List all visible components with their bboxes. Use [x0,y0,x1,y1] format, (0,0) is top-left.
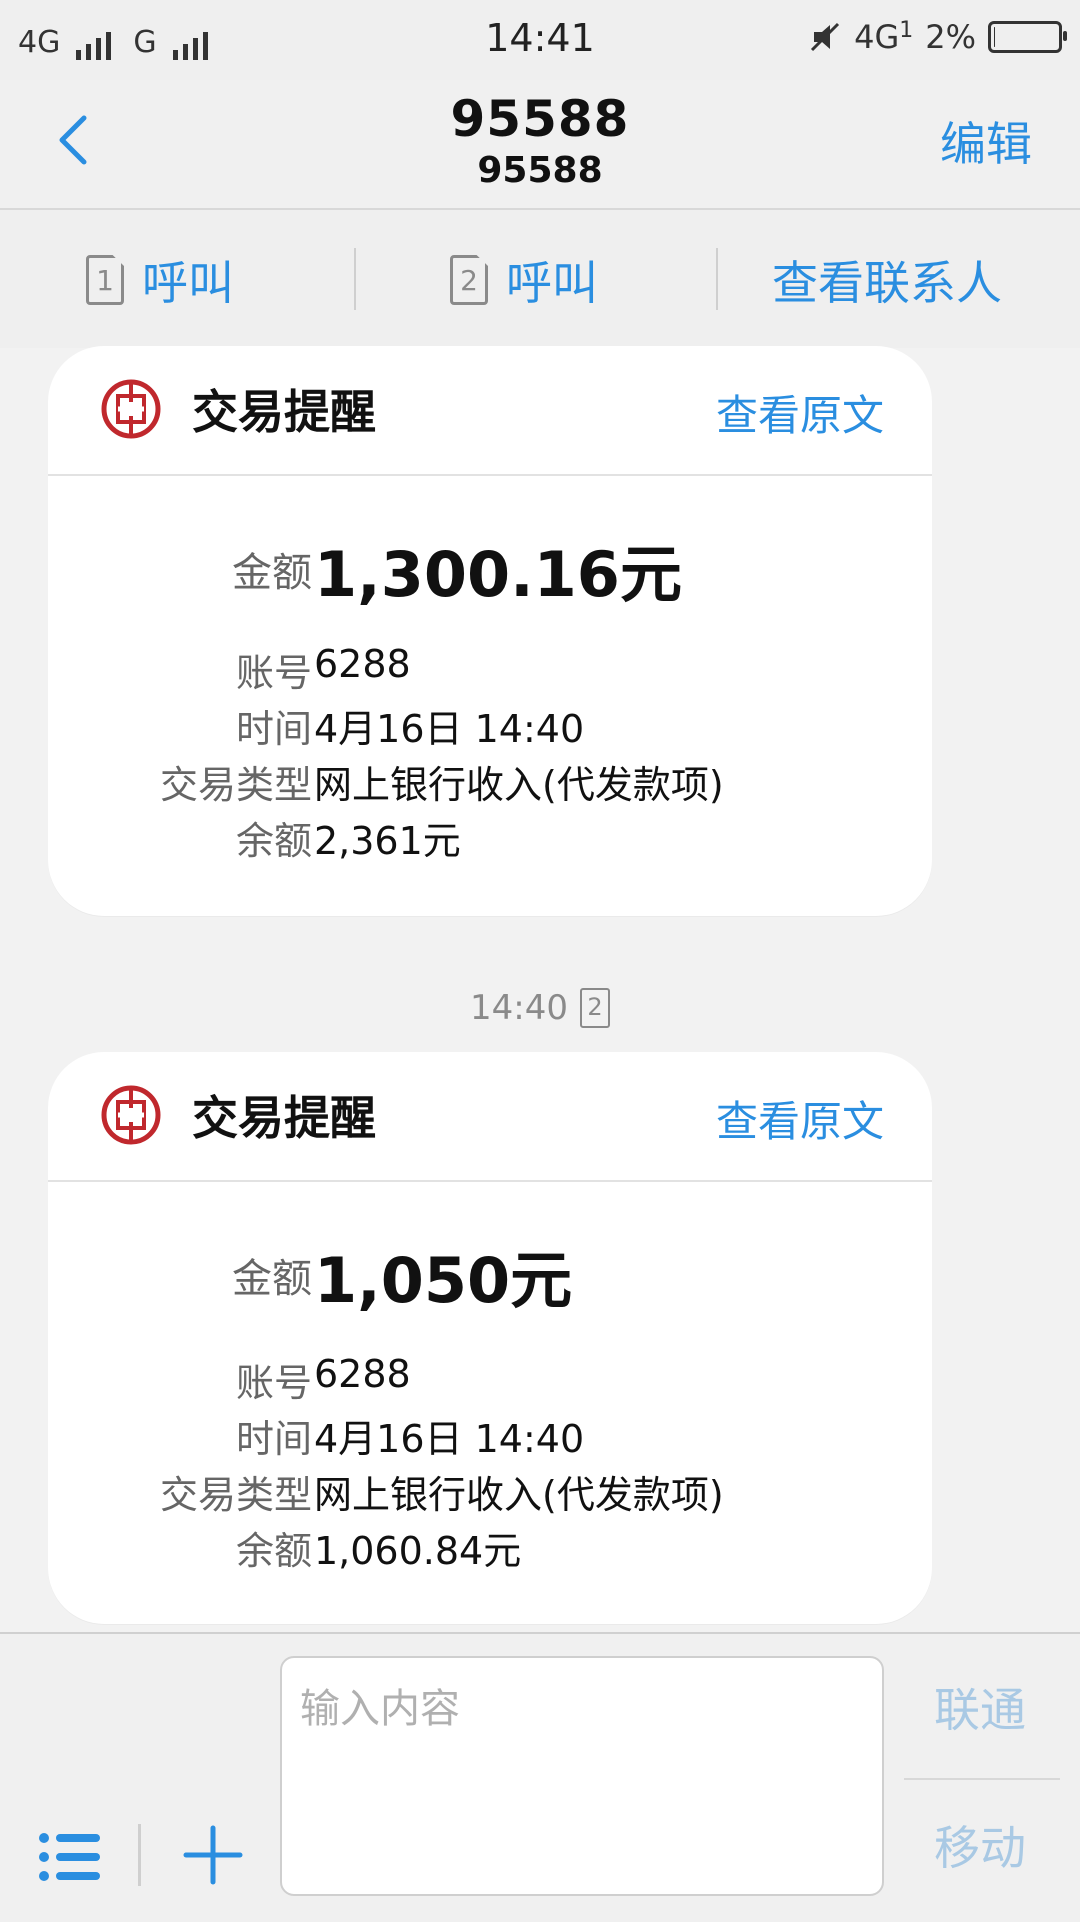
icbc-logo-icon [101,1085,161,1145]
time-row: 时间 4月16日 14:40 [48,698,932,754]
divider [354,248,356,310]
conversation-title: 95588 [450,90,630,148]
time-label: 时间 [235,707,312,751]
balance-value: 1,060.84元 [314,1529,522,1573]
call-sim1-button[interactable]: 1 呼叫 [86,248,234,312]
message-input[interactable]: 输入内容 [280,1656,884,1896]
amount-row: 金额 1,300.16元 [48,524,932,611]
call-sim2-button[interactable]: 2 呼叫 [450,248,598,312]
type-row: 交易类型 网上银行收入(代发款项) [48,1464,932,1520]
balance-row: 余额 2,361元 [48,810,932,866]
network-type: 4G1 [854,18,914,56]
timestamp-text: 14:40 [470,988,568,1028]
card-header: 交易提醒 查看原文 [48,346,932,476]
amount-label: 金额 [232,1256,312,1302]
composer-bar: 输入内容 联通 移动 [0,1632,1080,1922]
time-row: 时间 4月16日 14:40 [48,1408,932,1464]
card-title: 交易提醒 [192,1091,376,1145]
action-bar: 1 呼叫 2 呼叫 查看联系人 [0,210,1080,348]
add-attachment-icon[interactable] [182,1824,244,1886]
time-label: 时间 [235,1417,312,1461]
battery-percent: 2% [925,18,976,56]
account-row: 账号 6288 [48,642,932,698]
view-contact-label: 查看联系人 [772,256,1002,310]
message-timestamp: 14:40 2 [0,988,1080,1028]
divider [904,1778,1060,1780]
amount-value: 1,300.16元 [314,538,682,611]
type-row: 交易类型 网上银行收入(代发款项) [48,754,932,810]
card-title: 交易提醒 [192,385,376,439]
menu-list-icon[interactable] [38,1830,102,1884]
battery-fill [994,27,995,47]
balance-row: 余额 1,060.84元 [48,1520,932,1576]
sim2-icon: 2 [579,988,610,1028]
sim2-icon: 2 [450,255,488,305]
type-label: 交易类型 [159,1473,312,1517]
balance-value: 2,361元 [314,819,461,863]
status-bar: 4G G 14:41 4G1 2% [0,0,1080,80]
view-original-button[interactable]: 查看原文 [716,1088,884,1149]
view-contact-button[interactable]: 查看联系人 [772,248,1002,312]
transaction-card: 交易提醒 查看原文 金额 1,300.16元 账号 6288 时间 4月16日 … [48,346,932,916]
type-value: 网上银行收入(代发款项) [314,1473,724,1517]
account-label: 账号 [235,651,312,695]
account-row: 账号 6288 [48,1352,932,1408]
balance-label: 余额 [235,819,312,863]
conversation-header: 95588 95588 编辑 [0,80,1080,210]
card-header: 交易提醒 查看原文 [48,1052,932,1182]
account-label: 账号 [235,1361,312,1405]
time-value: 4月16日 14:40 [314,1417,585,1461]
send-unicom-button[interactable]: 联通 [920,1674,1040,1740]
icbc-logo-icon [101,379,161,439]
divider [716,248,718,310]
edit-button[interactable]: 编辑 [940,108,1032,174]
input-placeholder: 输入内容 [300,1686,460,1732]
type-value: 网上银行收入(代发款项) [314,763,724,807]
balance-label: 余额 [235,1529,312,1573]
time-value: 4月16日 14:40 [314,707,585,751]
call-sim1-label: 呼叫 [142,256,234,310]
view-original-button[interactable]: 查看原文 [716,382,884,443]
call-sim2-label: 呼叫 [506,256,598,310]
status-right: 4G1 2% [808,18,1067,56]
sim1-icon: 1 [86,255,124,305]
amount-row: 金额 1,050元 [48,1230,932,1317]
send-mobile-button[interactable]: 移动 [920,1812,1040,1878]
account-value: 6288 [314,1352,411,1396]
account-value: 6288 [314,642,411,686]
transaction-card: 交易提醒 查看原文 金额 1,050元 账号 6288 时间 4月16日 14:… [48,1052,932,1624]
amount-label: 金额 [232,550,312,596]
vibrate-off-icon [811,22,840,52]
type-label: 交易类型 [159,763,312,807]
conversation-subtitle: 95588 [477,150,603,191]
battery-icon [988,21,1067,53]
divider [138,1824,141,1886]
amount-value: 1,050元 [314,1244,573,1317]
